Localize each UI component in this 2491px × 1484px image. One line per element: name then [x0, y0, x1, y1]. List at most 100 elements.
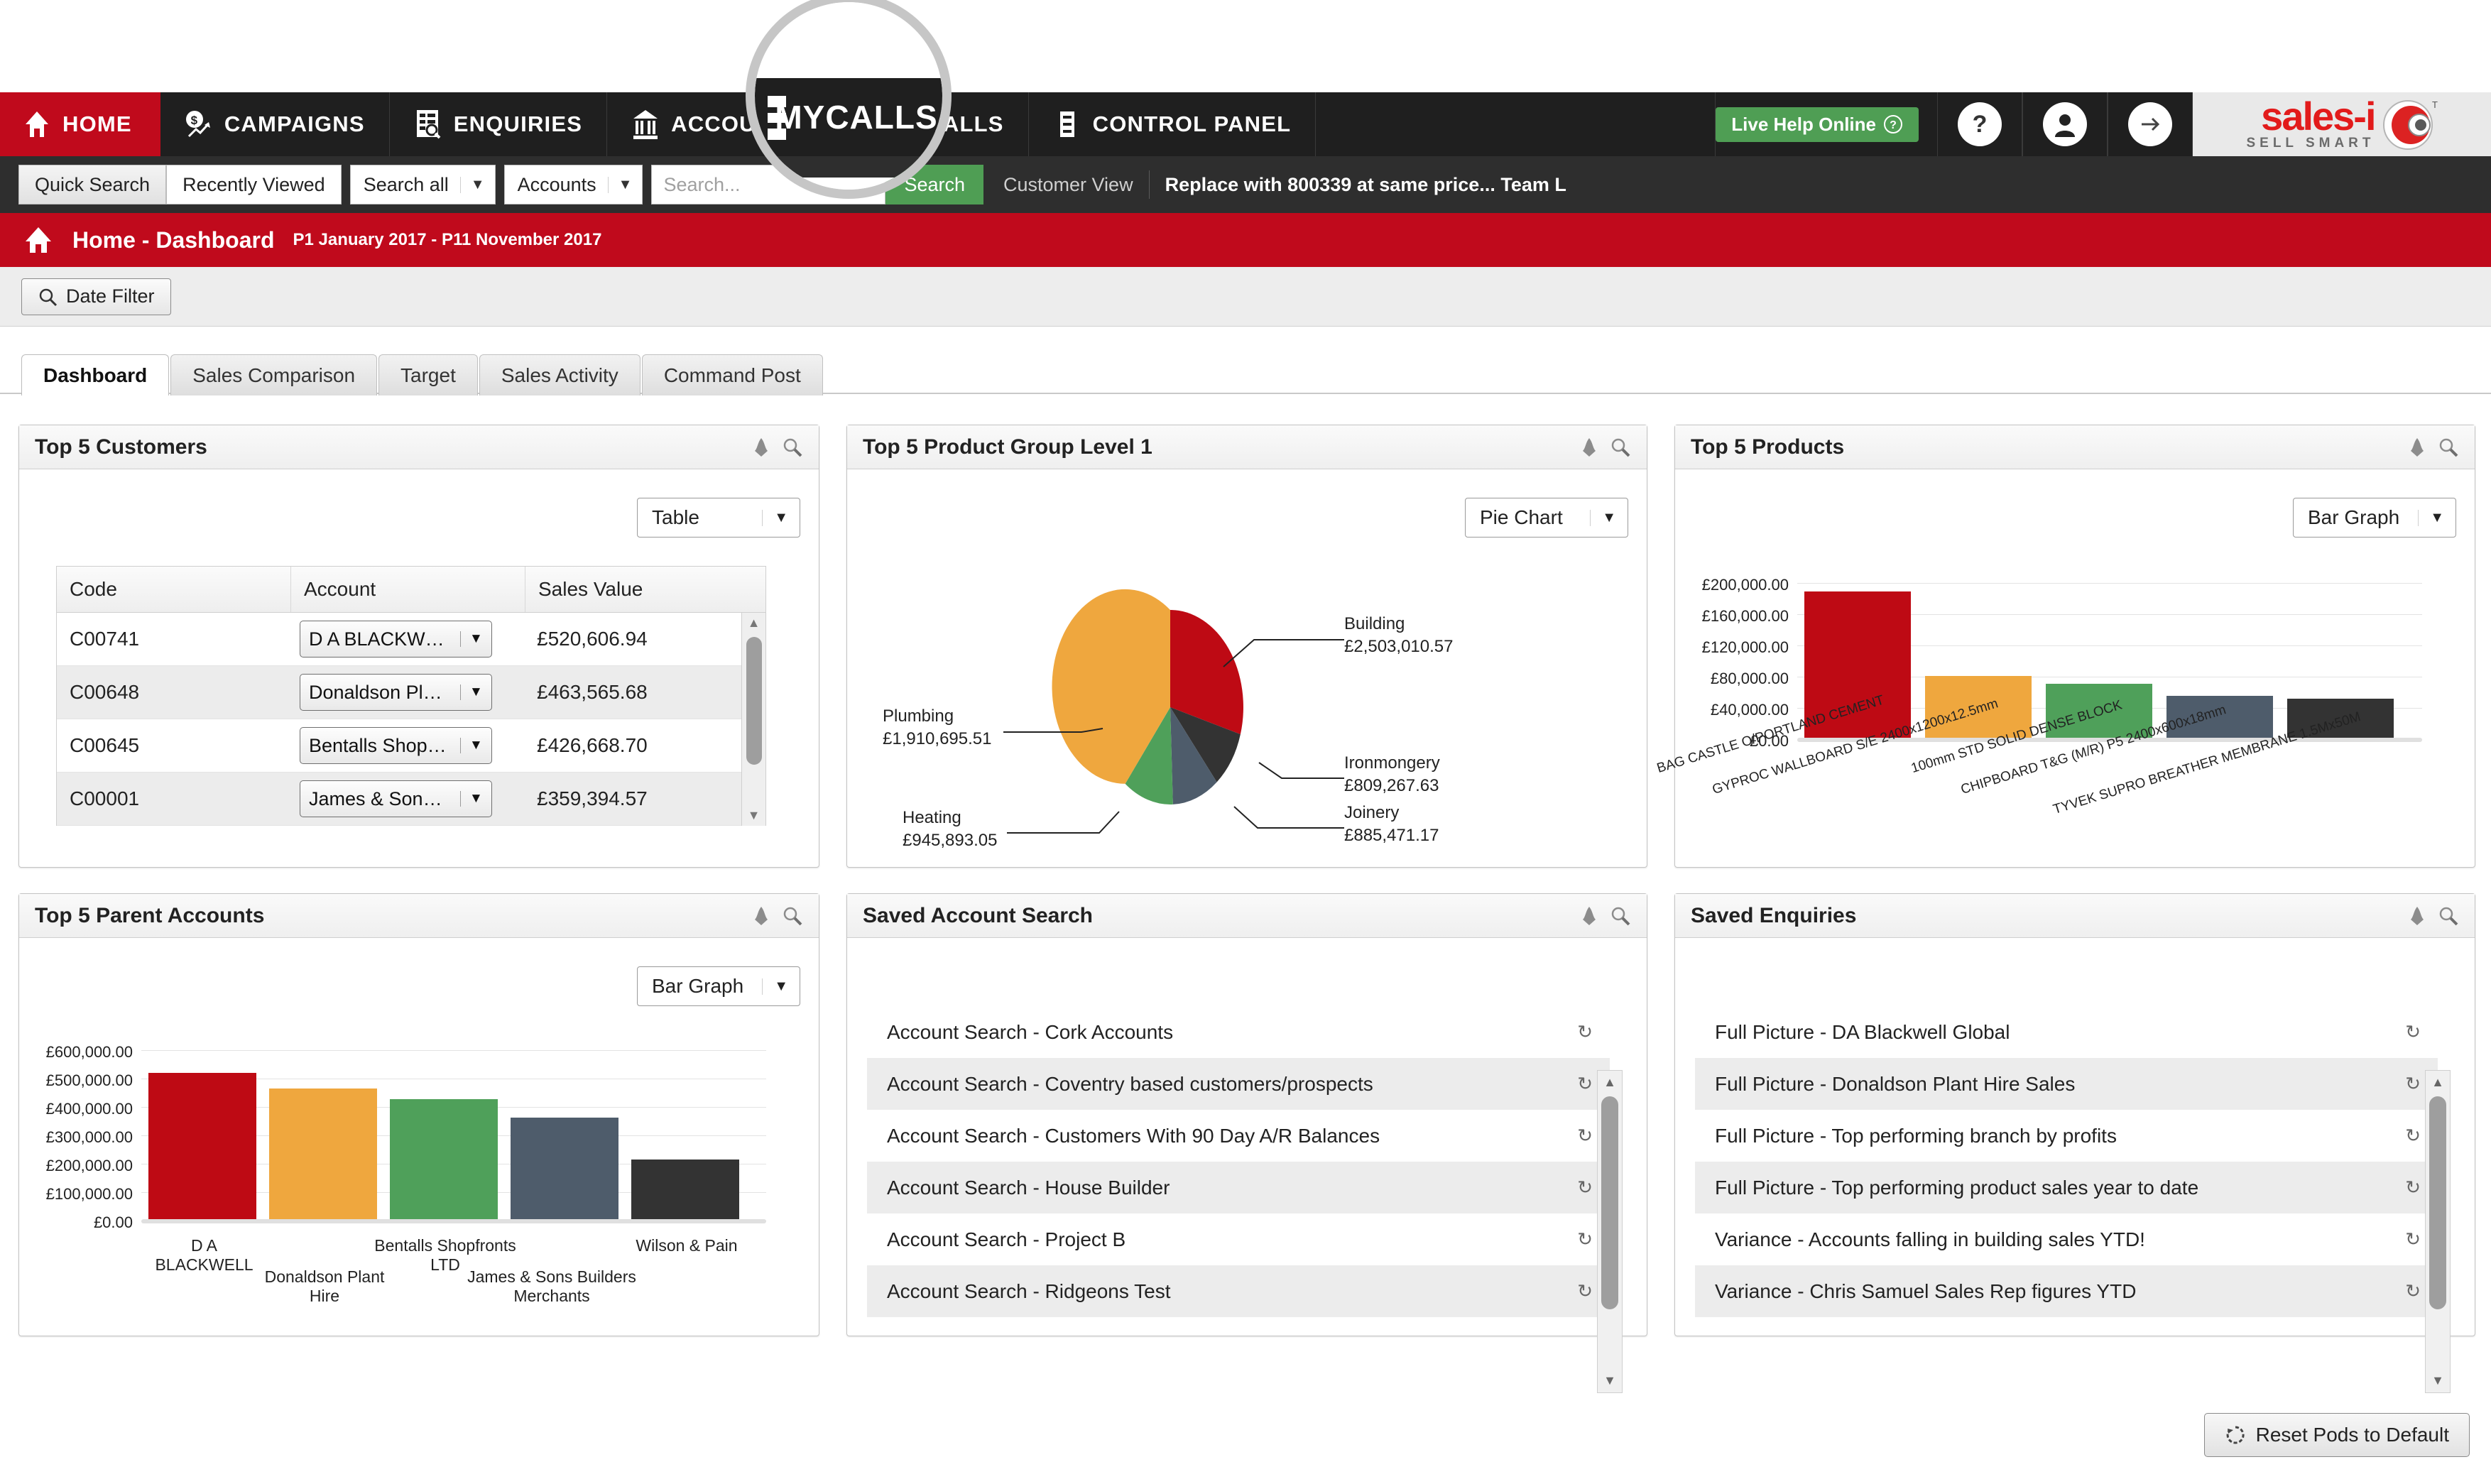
search-scope-select[interactable]: Search all ▼ — [349, 165, 496, 204]
refresh-icon[interactable]: ↻ — [2405, 1280, 2421, 1302]
refresh-icon[interactable]: ↻ — [2405, 1125, 2421, 1147]
scrollbar-thumb[interactable] — [2429, 1096, 2446, 1309]
pie-label-ironmongery-name: Ironmongery — [1344, 753, 1440, 773]
nav-item-home[interactable]: HOME — [0, 92, 160, 156]
cell-sales-value: £426,668.70 — [537, 734, 648, 756]
bar-3[interactable] — [511, 1118, 618, 1219]
list-item[interactable]: Account Search - Ridgeons Test ↻ — [867, 1265, 1610, 1317]
help-button[interactable]: ? — [1937, 92, 2022, 156]
table-row[interactable]: C00741 D A BLACKWELL ▼ £520,606.94 — [57, 613, 765, 666]
view-mode-select-customers[interactable]: Table ▼ — [637, 498, 800, 538]
user-menu-button[interactable] — [2022, 92, 2108, 156]
scrollbar-thumb[interactable] — [1601, 1096, 1618, 1309]
chevron-down-icon: ▼ — [607, 176, 643, 193]
pin-icon[interactable] — [2408, 437, 2426, 458]
list-item[interactable]: Variance - Chris Samuel Sales Rep figure… — [1695, 1265, 2438, 1317]
pin-icon[interactable] — [1580, 437, 1598, 458]
pod-top-5-parent-accounts: Top 5 Parent Accounts Bar Graph ▼ £600,0… — [18, 893, 819, 1336]
page-title: Home - Dashboard — [72, 227, 275, 253]
list-item[interactable]: Variance - Accounts falling in building … — [1695, 1213, 2438, 1265]
search-type-select[interactable]: Accounts ▼ — [503, 165, 643, 204]
refresh-icon[interactable]: ↻ — [2405, 1177, 2421, 1199]
list-item[interactable]: Full Picture - Donaldson Plant Hire Sale… — [1695, 1058, 2438, 1110]
refresh-icon[interactable]: ↻ — [2405, 1073, 2421, 1095]
refresh-icon[interactable]: ↻ — [2405, 1021, 2421, 1043]
bar-4[interactable] — [631, 1160, 739, 1219]
refresh-icon[interactable]: ↻ — [1577, 1021, 1593, 1043]
table-row[interactable]: C00001 James & Sons Buil... ▼ £359,394.5… — [57, 773, 765, 826]
customer-view-link[interactable]: Customer View — [1003, 174, 1133, 196]
list-item-label: Variance - Chris Samuel Sales Rep figure… — [1715, 1280, 2137, 1302]
pin-icon[interactable] — [2408, 905, 2426, 927]
refresh-icon[interactable]: ↻ — [1577, 1177, 1593, 1199]
scroll-down-icon[interactable]: ▼ — [1603, 1369, 1616, 1392]
account-dropdown[interactable]: Bentalls Shopfront... ▼ — [300, 727, 492, 764]
refresh-icon[interactable]: ↻ — [1577, 1228, 1593, 1250]
account-dropdown[interactable]: James & Sons Buil... ▼ — [300, 780, 492, 817]
list-item[interactable]: Account Search - Cork Accounts ↻ — [867, 1006, 1610, 1058]
list-item[interactable]: Account Search - Customers With 90 Day A… — [867, 1110, 1610, 1162]
refresh-icon[interactable]: ↻ — [1577, 1280, 1593, 1302]
bar-0[interactable] — [148, 1073, 256, 1219]
live-help-label: Live Help Online — [1731, 113, 1876, 135]
bar-2[interactable] — [390, 1099, 498, 1219]
tab-command-post[interactable]: Command Post — [641, 354, 823, 395]
magnifier-icon[interactable] — [1610, 905, 1631, 927]
column-header-account[interactable]: Account — [291, 567, 525, 612]
view-mode-select-parent-accounts[interactable]: Bar Graph ▼ — [637, 966, 800, 1006]
tab-target[interactable]: Target — [378, 354, 478, 395]
tab-sales-comparison[interactable]: Sales Comparison — [170, 354, 378, 395]
account-dropdown[interactable]: D A BLACKWELL ▼ — [300, 621, 492, 658]
refresh-icon[interactable]: ↻ — [1577, 1073, 1593, 1095]
scrollbar-thumb[interactable] — [746, 637, 762, 765]
magnifier-icon[interactable] — [782, 437, 803, 458]
nav-item-enquiries[interactable]: ENQUIRIES — [390, 92, 608, 156]
list-scrollbar[interactable]: ▲ ▼ — [1597, 1070, 1623, 1393]
magnifier-icon[interactable] — [782, 905, 803, 927]
list-item[interactable]: Account Search - House Builder ↻ — [867, 1162, 1610, 1213]
table-scrollbar[interactable]: ▲ ▼ — [741, 613, 765, 826]
tab-sales-activity[interactable]: Sales Activity — [479, 354, 641, 395]
view-mode-select-products[interactable]: Bar Graph ▼ — [2293, 498, 2456, 538]
list-item[interactable]: Full Picture - Top performing product sa… — [1695, 1162, 2438, 1213]
pin-icon[interactable] — [1580, 905, 1598, 927]
quick-search-tab[interactable]: Quick Search — [18, 165, 167, 204]
date-filter-button[interactable]: Date Filter — [21, 278, 171, 315]
scroll-down-icon[interactable]: ▼ — [748, 805, 761, 826]
pin-icon[interactable] — [752, 437, 770, 458]
tab-dashboard[interactable]: Dashboard — [21, 354, 170, 395]
ytick-label: £80,000.00 — [1710, 670, 1789, 687]
list-scrollbar[interactable]: ▲ ▼ — [2425, 1070, 2451, 1393]
view-mode-select-product-group[interactable]: Pie Chart ▼ — [1465, 498, 1628, 538]
scroll-up-icon[interactable]: ▲ — [748, 613, 761, 633]
scroll-up-icon[interactable]: ▲ — [1603, 1071, 1616, 1094]
table-row[interactable]: C00648 Donaldson Plant ... ▼ £463,565.68 — [57, 666, 765, 719]
list-item[interactable]: Account Search - Project B ↻ — [867, 1213, 1610, 1265]
recently-viewed-tab[interactable]: Recently Viewed — [166, 165, 342, 204]
magnifier-icon[interactable] — [1610, 437, 1631, 458]
top-navigation-bar: HOME $ CAMPAIGNS ENQUIRIES ACCOUNTS MYCA… — [0, 92, 2491, 156]
logout-button[interactable] — [2108, 92, 2193, 156]
live-help-button[interactable]: Live Help Online ? — [1716, 107, 1919, 142]
nav-item-campaigns[interactable]: $ CAMPAIGNS — [160, 92, 390, 156]
home-icon[interactable] — [23, 224, 54, 256]
magnifier-icon[interactable] — [2438, 437, 2459, 458]
column-header-sales-value[interactable]: Sales Value — [525, 567, 765, 612]
scroll-up-icon[interactable]: ▲ — [2431, 1071, 2444, 1094]
table-row[interactable]: C00645 Bentalls Shopfront... ▼ £426,668.… — [57, 719, 765, 773]
scroll-down-icon[interactable]: ▼ — [2431, 1369, 2444, 1392]
nav-item-control-panel[interactable]: CONTROL PANEL — [1029, 92, 1317, 156]
reset-pods-button[interactable]: Reset Pods to Default — [2203, 1413, 2470, 1457]
magnifier-icon[interactable] — [2438, 905, 2459, 927]
refresh-icon[interactable]: ↻ — [2405, 1228, 2421, 1250]
date-filter-label: Date Filter — [66, 285, 155, 307]
bar-1[interactable] — [269, 1089, 377, 1219]
pod-header: Top 5 Customers — [19, 425, 819, 469]
list-item[interactable]: Full Picture - DA Blackwell Global ↻ — [1695, 1006, 2438, 1058]
list-item[interactable]: Full Picture - Top performing branch by … — [1695, 1110, 2438, 1162]
refresh-icon[interactable]: ↻ — [1577, 1125, 1593, 1147]
pin-icon[interactable] — [752, 905, 770, 927]
account-dropdown[interactable]: Donaldson Plant ... ▼ — [300, 674, 492, 711]
column-header-code[interactable]: Code — [57, 567, 291, 612]
list-item[interactable]: Account Search - Coventry based customer… — [867, 1058, 1610, 1110]
